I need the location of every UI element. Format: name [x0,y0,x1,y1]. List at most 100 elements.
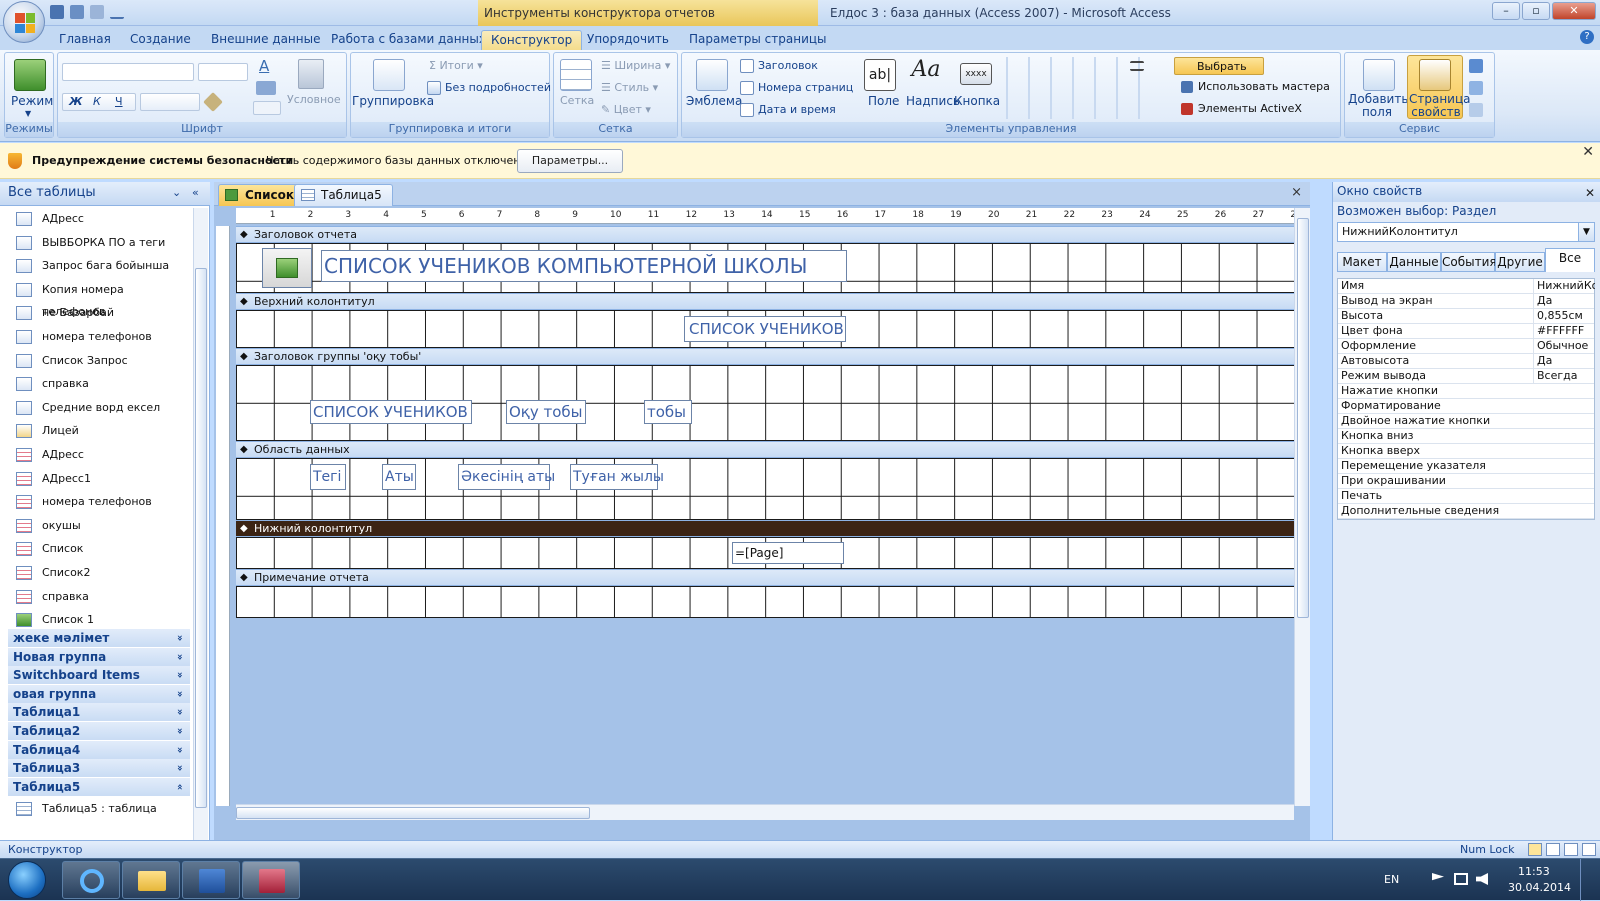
nav-group[interactable]: жеке мәлімет » [8,629,190,648]
nav-item[interactable]: АДресс [10,444,190,466]
fill-color-icon[interactable] [256,81,276,95]
select-button[interactable]: Выбрать [1174,57,1264,75]
field-name[interactable]: Аты [382,464,416,490]
group-sort-button[interactable]: Группировка [352,94,434,108]
gridlines-mini-icon[interactable] [253,101,281,115]
section-group-header[interactable]: ◆ Заголовок группы 'оқу тобы' [236,348,1294,365]
property-row[interactable]: Перемещение указателя [1338,459,1594,474]
property-row[interactable]: Кнопка вниз [1338,429,1594,444]
section-report-footer[interactable]: ◆ Примечание отчета [236,569,1294,586]
nav-item[interactable]: АДресс [10,208,190,230]
language-indicator[interactable]: EN [1384,873,1399,886]
network-icon[interactable] [1454,873,1468,885]
prop-tab-format[interactable]: Макет [1337,252,1387,272]
font-name-combo[interactable] [62,63,194,81]
nav-item[interactable]: АДресс1 [10,468,190,490]
property-row[interactable]: Цвет фона #FFFFFF [1338,324,1594,339]
font-color-icon[interactable]: A [259,57,269,75]
nav-group[interactable]: овая группа » [8,684,190,704]
logo-image[interactable] [262,248,312,288]
group-field-textbox[interactable]: тобы [644,400,692,424]
use-wizards-button[interactable]: Использовать мастера [1198,80,1330,93]
save-icon[interactable] [50,5,64,19]
tab-database-tools[interactable]: Работа с базами данных [322,30,495,50]
nav-item[interactable]: Запрос бага бойынша [10,255,190,277]
property-row[interactable]: Двойное нажатие кнопки [1338,414,1594,429]
property-row[interactable]: Нажатие кнопки [1338,384,1594,399]
nav-item[interactable]: Копия номера телефонов [10,279,190,318]
report-footer-body[interactable] [236,586,1294,618]
nav-header[interactable]: Все таблицы ⌄ « [0,182,210,206]
design-horizontal-scrollbar[interactable] [236,804,1294,820]
nav-item[interactable]: Лицей [10,420,190,442]
font-size-combo[interactable] [198,63,248,81]
nav-item[interactable]: Список2 [10,562,190,584]
bold-button[interactable]: Ж [69,95,82,108]
property-value[interactable]: Да [1533,294,1595,308]
underline-button[interactable]: Ч [115,95,123,108]
horizontal-scroll-thumb[interactable] [236,807,590,819]
conditional-format-button[interactable]: Условное [287,93,341,106]
property-row[interactable]: Форматирование [1338,399,1594,414]
activex-button[interactable]: Элементы ActiveX [1198,102,1302,115]
nav-item[interactable]: Таблица5 : таблица [10,798,190,820]
nav-scrollbar[interactable] [193,208,208,840]
property-row[interactable]: Вывод на экран Да [1338,294,1594,309]
group-header-title-label[interactable]: СПИСОК УЧЕНИКОВ [310,400,472,424]
doc-tab-report[interactable]: Список [218,184,306,206]
undo-icon[interactable] [70,5,84,19]
tab-design[interactable]: Конструктор [481,30,583,50]
code-icon[interactable] [1469,59,1483,73]
nav-group[interactable]: Таблица5 « [8,777,190,797]
nav-group[interactable]: Новая группа » [8,647,190,667]
button-control-button[interactable]: Кнопка [954,94,1000,108]
vertical-scroll-thumb[interactable] [1297,218,1309,618]
totals-button[interactable]: Σ Итоги ▾ [429,59,483,72]
volume-icon[interactable] [1476,873,1488,885]
nav-item[interactable]: Средние ворд ексел [10,397,190,419]
show-desktop-button[interactable] [1580,859,1592,901]
gridline-width-button[interactable]: ☰ Ширина ▾ [601,59,670,72]
field-birth-year[interactable]: Туған жылы [570,464,664,490]
nav-scroll-thumb[interactable] [195,268,207,808]
nav-item[interactable]: окушы [10,515,190,537]
property-row[interactable]: Печать [1338,489,1594,504]
section-report-header[interactable]: ◆ Заголовок отчета [236,226,1294,243]
section-detail[interactable]: ◆ Область данных [236,441,1294,458]
start-button[interactable] [8,861,46,899]
textbox-button[interactable]: Поле [868,94,899,108]
view-design-icon[interactable] [1564,843,1578,856]
doc-tab-table[interactable]: Таблица5 [294,184,393,206]
nav-item[interactable]: Список 1 [10,609,190,631]
redo-icon[interactable] [90,5,104,19]
close-icon[interactable]: ✕ [1585,184,1595,202]
field-surname[interactable]: Тегі [310,464,346,490]
explorer-taskbar-button[interactable] [122,861,180,899]
nav-item[interactable]: ВЫВБОРКА ПО а теги [10,232,190,254]
date-time-button[interactable]: Дата и время [758,103,836,116]
hide-details-button[interactable]: Без подробностей [445,81,551,94]
property-row[interactable]: При окрашивании [1338,474,1594,489]
page-numbers-button[interactable]: Номера страниц [758,81,853,94]
group-name-label[interactable]: Оқу тобы [506,400,586,424]
section-page-footer[interactable]: ◆ Нижний колонтитул [236,520,1294,537]
close-document-icon[interactable]: × [1291,185,1302,200]
view-report-icon[interactable] [1528,843,1542,856]
customize-qat-icon[interactable] [110,5,124,19]
logo-button[interactable]: Эмблема [686,94,742,108]
clock-time[interactable]: 11:53 [1518,865,1550,878]
word-taskbar-button[interactable] [182,861,240,899]
close-button[interactable]: ✕ [1552,2,1596,20]
view-preview-icon[interactable] [1582,843,1596,856]
view-button[interactable]: Режим [11,94,53,108]
property-value[interactable]: #FFFFFF [1533,324,1595,338]
add-fields-button[interactable]: Добавить поля [1348,93,1408,119]
property-value[interactable]: Обычное [1533,339,1595,353]
nav-group[interactable]: Таблица3 » [8,759,190,779]
clock-date[interactable]: 30.04.2014 [1508,881,1571,894]
nav-menu-icon[interactable]: ⌄ [172,182,181,204]
maximize-button[interactable]: ▫ [1522,2,1550,20]
nav-group[interactable]: Switchboard Items » [8,666,190,686]
italic-button[interactable]: К [93,95,101,108]
property-sheet-button[interactable]: Страница свойств [1407,55,1471,119]
